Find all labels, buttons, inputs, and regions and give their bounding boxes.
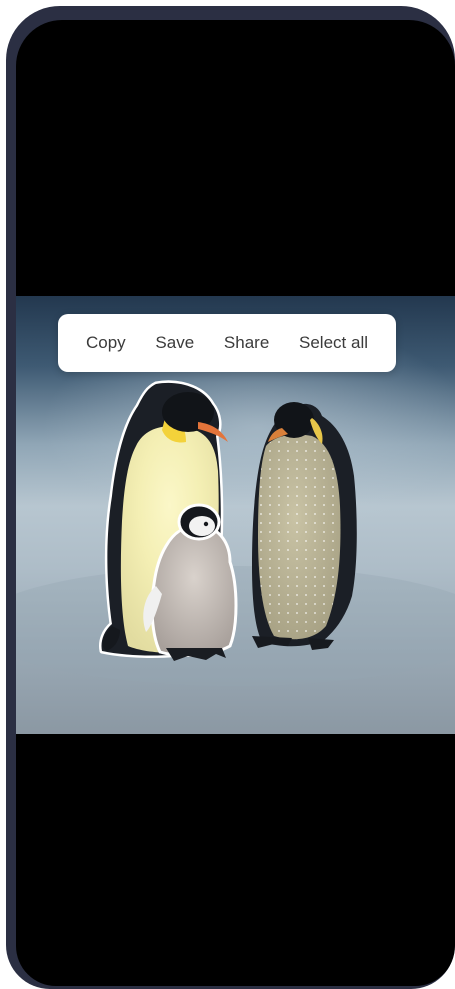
right-adult-penguin xyxy=(252,402,357,650)
select-all-menu-item[interactable]: Select all xyxy=(299,333,368,353)
save-menu-item[interactable]: Save xyxy=(155,333,194,353)
phone-frame: Copy Save Share Select all xyxy=(6,6,455,989)
phone-screen: Copy Save Share Select all xyxy=(16,20,455,986)
context-menu: Copy Save Share Select all xyxy=(58,314,396,372)
copy-menu-item[interactable]: Copy xyxy=(86,333,126,353)
share-menu-item[interactable]: Share xyxy=(224,333,269,353)
